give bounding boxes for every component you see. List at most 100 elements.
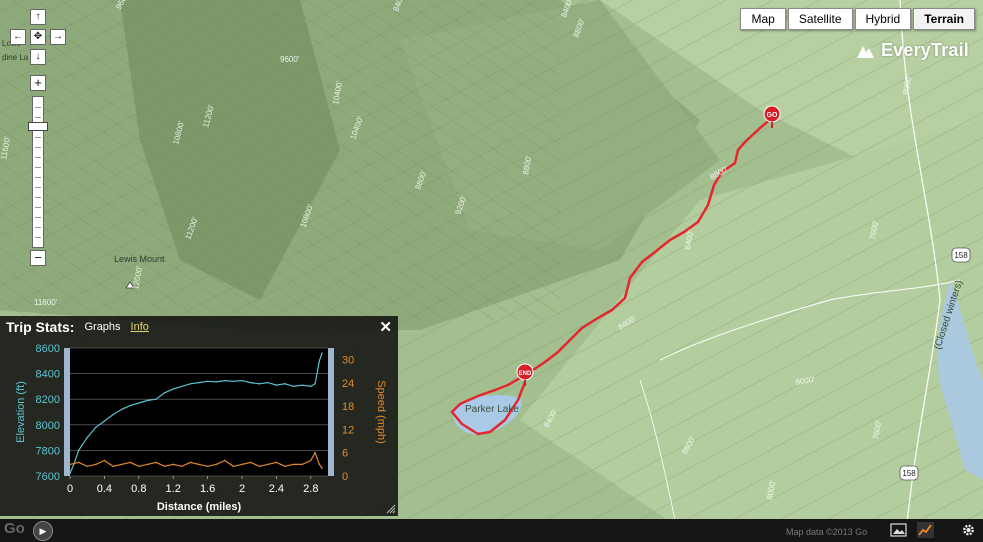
y2-tick-label: 18 — [342, 401, 354, 413]
zoom-slider-thumb[interactable] — [28, 122, 48, 131]
y-tick-label: 8600 — [36, 343, 60, 355]
data-point-speed — [181, 465, 183, 468]
data-point-elevation — [172, 388, 174, 390]
data-point-speed — [275, 461, 278, 464]
data-point-elevation — [314, 383, 316, 385]
x-tick-label: 2 — [239, 483, 245, 495]
route-shield-158-b: 158 — [899, 465, 919, 481]
data-point-elevation — [129, 404, 131, 407]
data-point-elevation — [292, 385, 295, 388]
pan-reset-button[interactable]: ✥ — [30, 29, 46, 45]
y-tick-label: 7800 — [36, 445, 60, 457]
data-point-elevation — [77, 449, 80, 452]
start-marker-label: GO — [767, 112, 778, 119]
brand-name: EveryTrail — [880, 40, 969, 60]
pan-left-button[interactable]: ← — [10, 29, 26, 45]
settings-gear-icon[interactable] — [960, 522, 977, 538]
data-point-elevation — [95, 426, 97, 429]
edge-label-b: dine La — [2, 53, 29, 62]
photos-icon[interactable] — [890, 522, 907, 538]
data-point-speed — [77, 461, 80, 464]
x-tick-label: 0 — [67, 483, 73, 495]
data-point-elevation — [321, 352, 323, 354]
trip-stats-panel: Trip Stats: Graphs Info ✕ 8600 8400 8200 80… — [0, 316, 398, 516]
data-point-speed — [258, 465, 260, 468]
range-handle-left — [64, 348, 70, 476]
data-point-speed — [86, 465, 88, 468]
end-marker-label: END — [519, 371, 532, 377]
data-point-elevation — [258, 383, 260, 385]
data-point-speed — [155, 461, 157, 464]
trip-stats-title: Trip Stats: — [6, 319, 75, 335]
data-point-speed — [206, 465, 209, 468]
data-point-elevation — [206, 380, 209, 382]
data-point-elevation — [275, 384, 278, 386]
google-logo: Go — [4, 520, 25, 537]
data-point-speed — [249, 461, 252, 464]
data-point-elevation — [267, 381, 269, 384]
y-tick-label: 8400 — [36, 369, 60, 381]
data-point-elevation — [112, 413, 114, 416]
data-point-speed — [301, 463, 303, 466]
data-point-speed — [321, 467, 323, 469]
data-point-elevation — [249, 381, 252, 384]
zoom-out-button[interactable]: − — [30, 250, 46, 266]
y2-tick-label: 0 — [342, 471, 348, 483]
data-point-speed — [241, 463, 243, 466]
y2-tick-label: 12 — [342, 424, 354, 436]
data-point-elevation — [138, 402, 140, 404]
zoom-in-button[interactable]: + — [30, 75, 46, 91]
data-point-elevation — [198, 381, 200, 384]
data-point-speed — [224, 459, 226, 462]
pan-down-button[interactable]: ↓ — [30, 49, 46, 65]
y-tick-label: 7600 — [36, 471, 60, 483]
route-shield-158-a: 158 — [951, 247, 971, 263]
y2-axis-label: Speed (mph) — [375, 380, 387, 444]
map-type-terrain[interactable]: Terrain — [913, 8, 975, 30]
play-button[interactable]: ▶ — [33, 521, 53, 541]
data-point-elevation — [181, 385, 183, 388]
graph-icon[interactable] — [917, 522, 934, 538]
map-type-satellite[interactable]: Satellite — [787, 8, 853, 30]
data-point-speed — [232, 465, 235, 468]
map-type-hybrid[interactable]: Hybrid — [854, 8, 912, 30]
data-point-speed — [198, 463, 200, 466]
data-point-elevation — [215, 381, 217, 383]
y2-tick-label: 24 — [342, 378, 354, 390]
data-point-elevation — [69, 472, 71, 475]
data-point-speed — [95, 463, 97, 466]
x-tick-label: 0.4 — [97, 483, 112, 495]
tab-graphs[interactable]: Graphs — [84, 321, 120, 333]
close-icon[interactable]: ✕ — [379, 318, 392, 336]
tab-info[interactable]: Info — [131, 321, 149, 333]
plot-background — [70, 348, 328, 476]
x-axis-label: Distance (miles) — [157, 501, 242, 513]
y-axis-label: Elevation (ft) — [15, 381, 27, 443]
data-point-speed — [314, 452, 316, 454]
route-158-a-label: 158 — [954, 251, 968, 260]
data-point-elevation — [120, 408, 123, 411]
data-point-speed — [129, 461, 131, 464]
data-point-speed — [120, 463, 123, 466]
bottom-toolbar: Go ▶ Map data ©2013 Go — [0, 519, 983, 542]
y-tick-label: 8200 — [36, 394, 60, 406]
elevation-speed-chart: 8600 8400 8200 8000 7800 7600 30 24 18 12 6 0 0 0.4 0.… — [15, 343, 387, 513]
data-point-elevation — [301, 384, 303, 386]
resize-handle-icon[interactable] — [386, 504, 396, 514]
data-point-speed — [292, 463, 295, 466]
y2-tick-label: 30 — [342, 355, 354, 367]
x-tick-label: 2.4 — [269, 483, 284, 495]
map-type-selector: Map Satellite Hybrid Terrain — [740, 8, 975, 30]
map-type-map[interactable]: Map — [740, 8, 786, 30]
data-point-speed — [189, 461, 192, 464]
pan-up-button[interactable]: ↑ — [30, 9, 46, 25]
y-tick-label: 8000 — [36, 420, 60, 432]
pan-right-button[interactable]: → — [50, 29, 66, 45]
map-attribution: Map data ©2013 Go — [786, 527, 868, 537]
data-point-elevation — [310, 385, 312, 388]
data-point-speed — [267, 463, 269, 466]
data-point-elevation — [103, 420, 106, 422]
data-point-speed — [284, 465, 286, 468]
zoom-slider-track[interactable] — [32, 96, 44, 248]
route-158-b-label: 158 — [902, 469, 916, 478]
